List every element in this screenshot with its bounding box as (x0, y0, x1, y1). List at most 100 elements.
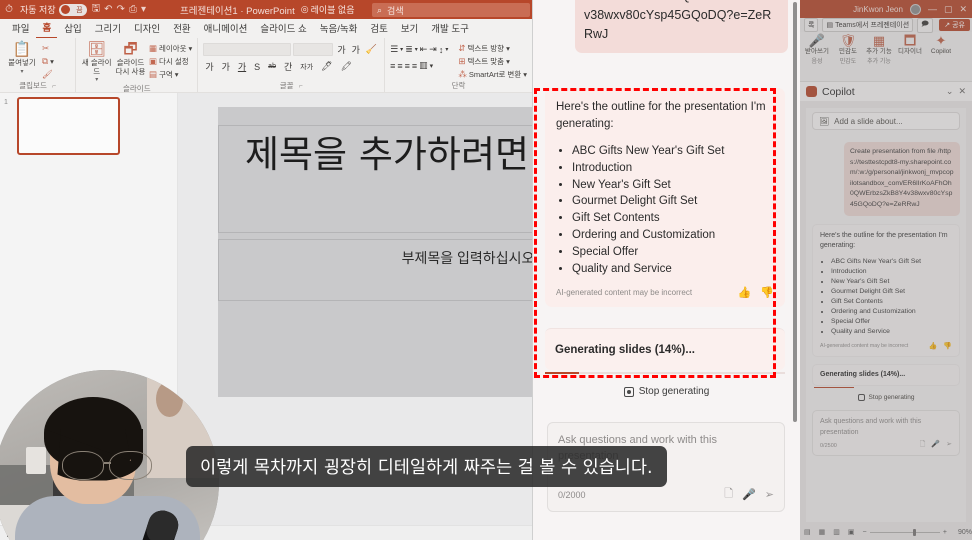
designer-button[interactable]: 🗖 디자이너 (896, 34, 924, 56)
font-color-icon[interactable]: 🖊 (319, 61, 334, 72)
increase-indent-icon[interactable]: ⇥ (429, 44, 437, 55)
thumbs-down-icon[interactable]: 👎 (760, 286, 774, 299)
app-menu-icon[interactable]: ⏱ (0, 4, 18, 15)
decrease-indent-icon[interactable]: ⇤ (420, 44, 428, 55)
avatar-icon[interactable] (909, 3, 921, 15)
section-dropdown-icon[interactable]: ▾ (175, 70, 179, 79)
copy-dropdown-icon[interactable]: ▾ (50, 57, 54, 66)
cut-button[interactable]: ✂ (42, 43, 54, 54)
smartart-dropdown-icon[interactable]: ▾ (523, 70, 527, 79)
record-chip[interactable]: 록 (804, 18, 819, 32)
shadow-button[interactable]: S (252, 62, 262, 72)
close-icon[interactable]: ✕ (959, 4, 967, 15)
line-spacing-dropdown-icon[interactable]: ▾ (445, 46, 448, 53)
plus-icon[interactable]: + (943, 529, 947, 536)
attach-icon[interactable]: 🗋 (724, 485, 733, 504)
align-text-button[interactable]: ⊞ 텍스트 맞춤 ▾ (458, 56, 527, 67)
shrink-font-button[interactable]: 가 (350, 43, 362, 56)
copilot-button[interactable]: ✦ Copilot (927, 34, 955, 56)
attach-icon[interactable]: 🗋 (920, 440, 926, 451)
send-icon[interactable]: ➢ (765, 488, 774, 501)
minimize-icon[interactable]: — (928, 4, 937, 14)
italic-button[interactable]: 가 (220, 60, 232, 73)
slide-canvas[interactable]: 제목을 추가하려면 클릭하십시오 부제목을 입력하십시오 (218, 107, 532, 397)
align-left-icon[interactable]: ≡ (390, 61, 395, 71)
add-slide-about-button[interactable]: 🖼 Add a slide about... (812, 112, 960, 130)
teams-present-button[interactable]: ▤ Teams에서 프레젠테이션 (822, 18, 914, 32)
autosave-toggle[interactable]: 끔 (58, 3, 87, 16)
section-button[interactable]: ▤ 구역 ▾ (149, 69, 192, 80)
stop-generating-button[interactable]: Stop generating (533, 386, 800, 397)
send-icon[interactable]: ➢ (946, 440, 952, 451)
underline-button[interactable]: 가 (236, 60, 248, 73)
slideshow-icon[interactable]: ▣ (848, 528, 855, 536)
bold-button[interactable]: 가 (203, 60, 215, 73)
font-size-input[interactable] (293, 43, 334, 56)
chevron-down-icon[interactable]: ⌄ (946, 86, 954, 97)
tab-animations[interactable]: 애니메이션 (198, 19, 254, 38)
align-text-dropdown-icon[interactable]: ▾ (506, 57, 510, 66)
clear-format-icon[interactable]: 🧹 (364, 44, 379, 55)
maximize-icon[interactable]: ▢ (944, 4, 953, 15)
zoom-slider-knob[interactable] (913, 528, 917, 536)
justify-icon[interactable]: ≡ (412, 61, 417, 71)
normal-view-icon[interactable]: ▤ (804, 528, 811, 536)
tab-view[interactable]: 보기 (395, 19, 424, 38)
line-spacing-icon[interactable]: ↕ (439, 45, 444, 55)
clipboard-dialog-launcher[interactable]: ⌐ (52, 83, 56, 90)
font-dialog-launcher[interactable]: ⌐ (299, 83, 303, 90)
subtitle-placeholder[interactable]: 부제목을 입력하십시오 (218, 239, 532, 301)
grow-font-button[interactable]: 가 (335, 43, 347, 56)
reset-button[interactable]: ▣ 다시 설정 (149, 56, 192, 67)
search-box[interactable]: ⌕ 검색 (372, 3, 530, 17)
background-stop-generating-button[interactable]: Stop generating (806, 394, 966, 402)
thumbs-up-icon[interactable]: 👍 (738, 286, 752, 299)
copilot-scrollbar[interactable] (793, 2, 797, 422)
strikethrough-button[interactable]: ab (266, 63, 278, 70)
reading-view-icon[interactable]: ▥ (833, 528, 840, 536)
slide-thumbnail-1[interactable] (17, 97, 120, 155)
smartart-button[interactable]: ⁂ SmartArt로 변환 ▾ (458, 69, 527, 80)
save-icon[interactable]: 🖫 (92, 1, 101, 18)
layout-button[interactable]: ▦ 레이아웃 ▾ (149, 43, 192, 54)
zoom-slider[interactable] (869, 528, 940, 536)
numbered-list-icon[interactable]: ≣ (405, 44, 413, 55)
tab-slideshow[interactable]: 슬라이드 쇼 (254, 19, 312, 38)
present-icon[interactable]: ⎙ (129, 4, 137, 15)
paste-button[interactable]: 📋 붙여넣기 ▾ (5, 40, 39, 75)
zoom-level[interactable]: 90% (958, 529, 972, 536)
layout-dropdown-icon[interactable]: ▾ (189, 44, 193, 53)
dictate-button[interactable]: 🎤 받아쓰기 음성 (803, 34, 831, 65)
tab-home[interactable]: 홈 (36, 18, 58, 39)
new-slide-button[interactable]: 🗄 새 슬라이드 ▾ (81, 40, 112, 84)
format-painter-button[interactable]: 🖌 (42, 69, 54, 80)
highlight-icon[interactable]: 🖍 (339, 61, 354, 72)
change-case-button[interactable]: 자가 (298, 62, 315, 72)
microphone-icon[interactable]: 🎤 (742, 488, 756, 501)
columns-dropdown-icon[interactable]: ▾ (430, 62, 434, 70)
reuse-slides-button[interactable]: 🗗 슬라이드 다시 사용 (115, 40, 146, 76)
slide-sorter-icon[interactable]: ▦ (819, 528, 826, 536)
bullet-list-icon[interactable]: ☰ (390, 44, 398, 55)
tab-transitions[interactable]: 전환 (167, 19, 196, 38)
char-spacing-button[interactable]: 간 (282, 60, 294, 73)
microphone-icon[interactable]: 🎤 (931, 440, 940, 451)
share-button[interactable]: ↗ 공유 (939, 19, 970, 31)
text-direction-dropdown-icon[interactable]: ▾ (506, 44, 510, 53)
number-dropdown-icon[interactable]: ▾ (415, 46, 418, 53)
sensitivity-button[interactable]: 🛡 민감도 민감도 (834, 34, 862, 65)
thumbs-down-icon[interactable]: 👎 (943, 342, 952, 350)
tab-design[interactable]: 디자인 (128, 19, 166, 38)
copy-button[interactable]: ⧉ ▾ (42, 56, 54, 67)
thumbs-up-icon[interactable]: 👍 (929, 342, 938, 350)
columns-icon[interactable]: ▥ (419, 60, 428, 71)
undo-icon[interactable]: ↶ (104, 4, 112, 15)
tab-record[interactable]: 녹음/녹화 (314, 19, 364, 38)
tab-developer[interactable]: 개발 도구 (425, 19, 475, 38)
tab-review[interactable]: 검토 (364, 19, 393, 38)
redo-icon[interactable]: ↷ (117, 4, 125, 15)
minus-icon[interactable]: − (863, 529, 867, 536)
tab-insert[interactable]: 삽입 (58, 19, 87, 38)
close-icon[interactable]: ✕ (958, 86, 966, 97)
background-composer[interactable]: Ask questions and work with this present… (812, 410, 960, 457)
